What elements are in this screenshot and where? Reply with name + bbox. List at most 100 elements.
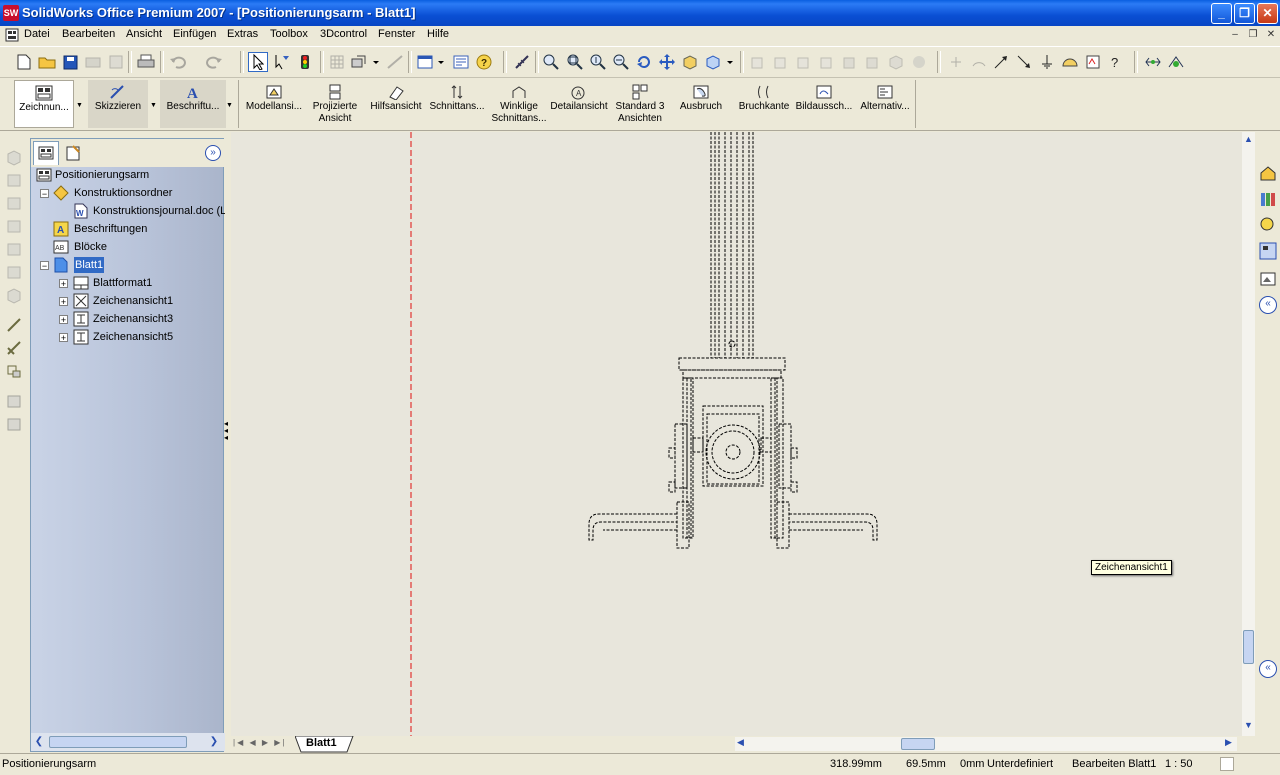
- collapse-toggle[interactable]: −: [40, 189, 49, 199]
- expand-toggle[interactable]: +: [59, 315, 68, 325]
- rebuild-traffic-light-icon[interactable]: [295, 52, 315, 72]
- crop-view-button[interactable]: Bildaussch...: [795, 80, 853, 128]
- tab-property-manager[interactable]: [61, 141, 87, 165]
- detail-view-button[interactable]: A Detailansicht: [549, 80, 609, 128]
- relations-icon[interactable]: [5, 362, 23, 380]
- view-left-icon[interactable]: [794, 52, 814, 72]
- tab-zeichnung[interactable]: Zeichnun...: [14, 80, 74, 128]
- print-preview-icon[interactable]: [83, 52, 103, 72]
- gauge-icon[interactable]: [1060, 52, 1080, 72]
- view-bottom-icon[interactable]: [863, 52, 883, 72]
- expand-task-pane-icon[interactable]: «: [1259, 660, 1277, 678]
- tree-item-beschriftungen[interactable]: Beschriftungen: [74, 221, 147, 237]
- canvas-horizontal-scrollbar[interactable]: ◀ ▶: [735, 737, 1237, 751]
- menu-toolbox[interactable]: Toolbox: [270, 28, 308, 40]
- menu-hilfe[interactable]: Hilfe: [427, 28, 449, 40]
- doc-close-icon[interactable]: ✕: [1264, 29, 1278, 41]
- ground-icon[interactable]: [1037, 52, 1057, 72]
- file-explorer-icon[interactable]: [1259, 216, 1277, 234]
- collapse-task-pane-icon[interactable]: «: [1259, 296, 1277, 314]
- block-icon[interactable]: [5, 415, 23, 433]
- scroll-down-icon[interactable]: ▼: [1242, 720, 1255, 734]
- help-icon[interactable]: ?: [474, 52, 494, 72]
- scroll-up-icon[interactable]: ▲: [1242, 134, 1255, 148]
- 3dcontrol-icon[interactable]: [1166, 52, 1186, 72]
- measure-icon[interactable]: [512, 52, 532, 72]
- scroll-right-icon[interactable]: ▶: [1225, 737, 1232, 748]
- tree-root[interactable]: Positionierungsarm: [55, 167, 149, 183]
- print-icon[interactable]: [136, 52, 156, 72]
- doc-restore-icon[interactable]: ❐: [1246, 29, 1260, 41]
- alternate-position-button[interactable]: Alternativ...: [856, 80, 914, 128]
- options-icon[interactable]: [385, 52, 405, 72]
- whats-this-help-icon[interactable]: ?: [1106, 52, 1126, 72]
- document-properties-icon[interactable]: [106, 52, 126, 72]
- select-arrow-icon[interactable]: [248, 52, 268, 72]
- title-bar[interactable]: SW SolidWorks Office Premium 2007 - [Pos…: [0, 0, 1280, 26]
- expand-panel-icon[interactable]: »: [205, 145, 221, 161]
- tree-item-zeichenansicht1[interactable]: Zeichenansicht1: [93, 293, 173, 309]
- standard-3-views-button[interactable]: Standard 3 Ansichten: [612, 80, 668, 128]
- arrow-down-right-icon[interactable]: [1014, 52, 1034, 72]
- extrude-icon[interactable]: [5, 148, 23, 166]
- chevron-down-icon[interactable]: ▼: [76, 102, 83, 109]
- tree-item-blatt1[interactable]: Blatt1: [74, 257, 105, 273]
- tree-item-blattformat1[interactable]: Blattformat1: [93, 275, 152, 291]
- redo-icon[interactable]: [204, 52, 224, 72]
- save-icon[interactable]: [60, 52, 80, 72]
- quick-snaps-icon[interactable]: [1083, 52, 1103, 72]
- appearances-icon[interactable]: [1259, 270, 1277, 288]
- tree-item-zeichenansicht3[interactable]: Zeichenansicht3: [93, 311, 173, 327]
- expand-toggle[interactable]: +: [59, 333, 68, 343]
- scroll-left-icon[interactable]: ❮: [32, 736, 46, 749]
- auxiliary-view-button[interactable]: Hilfsansicht: [367, 80, 425, 128]
- select-filter-icon[interactable]: [272, 52, 292, 72]
- smart-dimension-icon[interactable]: [5, 339, 23, 357]
- vertical-scroll-thumb[interactable]: [1243, 630, 1254, 664]
- view-orientation-dropdown-icon[interactable]: [704, 52, 736, 72]
- expand-toggle[interactable]: +: [59, 297, 68, 307]
- fillet-icon[interactable]: [5, 217, 23, 235]
- layer-icon[interactable]: [5, 392, 23, 410]
- canvas-vertical-scrollbar[interactable]: ▲ ▼: [1242, 132, 1255, 736]
- view-right-icon[interactable]: [817, 52, 837, 72]
- close-icon[interactable]: ✕: [1257, 3, 1278, 24]
- app-icon[interactable]: SW: [3, 5, 19, 21]
- drawing-canvas[interactable]: Zeichenansicht1: [231, 132, 1242, 736]
- rotate-view-icon[interactable]: [634, 52, 654, 72]
- open-folder-icon[interactable]: [37, 52, 57, 72]
- model-view-button[interactable]: Modellansi...: [243, 80, 305, 128]
- tree-item-konstruktionsordner[interactable]: Konstruktionsordner: [74, 185, 172, 201]
- menu-3dcontrol[interactable]: 3Dcontrol: [320, 28, 367, 40]
- scroll-left-icon[interactable]: ◀: [737, 737, 744, 748]
- view-top-icon[interactable]: [840, 52, 860, 72]
- sheet-navigation-icons[interactable]: |◀ ◀ ▶ ▶|: [233, 738, 286, 747]
- expand-toggle[interactable]: +: [59, 279, 68, 289]
- aligned-section-button[interactable]: Winklige Schnittans...: [489, 80, 549, 128]
- menu-einfuegen[interactable]: Einfügen: [173, 28, 216, 40]
- view-isometric-icon[interactable]: [886, 52, 906, 72]
- shaded-icon[interactable]: [909, 52, 929, 72]
- menu-datei[interactable]: Datei: [24, 28, 50, 40]
- tree-item-zeichenansicht5[interactable]: Zeichenansicht5: [93, 329, 173, 345]
- projected-view-button[interactable]: Projizierte Ansicht: [307, 80, 363, 128]
- drawing-sheet[interactable]: [231, 132, 1242, 736]
- view-palette-icon[interactable]: [1259, 242, 1277, 260]
- zoom-selection-icon[interactable]: [611, 52, 631, 72]
- chevron-down-icon[interactable]: ▼: [226, 102, 233, 109]
- tree-item-bloecke[interactable]: Blöcke: [74, 239, 107, 255]
- menu-ansicht[interactable]: Ansicht: [126, 28, 162, 40]
- insert-dropdown-icon[interactable]: [350, 52, 380, 72]
- view-front-icon[interactable]: [748, 52, 768, 72]
- broken-out-section-button[interactable]: Ausbruch: [673, 80, 729, 128]
- point-icon[interactable]: [946, 52, 966, 72]
- rib-icon[interactable]: [5, 286, 23, 304]
- resources-home-icon[interactable]: [1259, 164, 1277, 182]
- grid-icon[interactable]: [327, 52, 347, 72]
- scroll-thumb[interactable]: [49, 736, 187, 748]
- horizontal-scroll-thumb[interactable]: [901, 738, 935, 750]
- tab-skizzieren[interactable]: Skizzieren: [88, 80, 148, 128]
- restore-icon[interactable]: ❐: [1234, 3, 1255, 24]
- tree-item-konstruktionsjournal[interactable]: Konstruktionsjournal.doc (L: [93, 203, 225, 219]
- new-file-icon[interactable]: [14, 52, 34, 72]
